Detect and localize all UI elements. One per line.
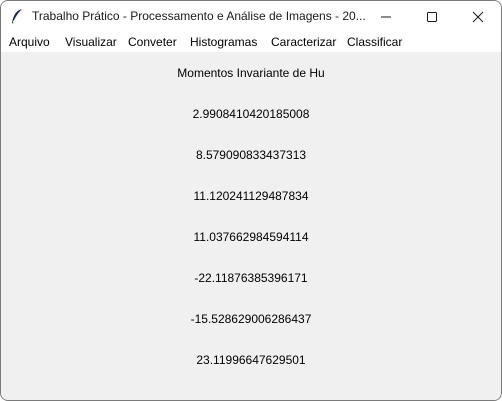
hu-moment-value-1: 2.9908410420185008 bbox=[192, 107, 310, 121]
menu-caracterizar[interactable]: Caracterizar bbox=[271, 35, 336, 49]
maximize-icon bbox=[427, 11, 437, 22]
menu-arquivo[interactable]: Arquivo bbox=[9, 35, 50, 49]
menu-conveter[interactable]: Conveter bbox=[128, 35, 177, 49]
menu-histogramas[interactable]: Histogramas bbox=[190, 35, 257, 49]
hu-moment-value-6: -15.528629006286437 bbox=[190, 312, 312, 326]
minimize-icon bbox=[381, 16, 391, 17]
maximize-button[interactable] bbox=[409, 1, 455, 32]
content-area: Momentos Invariante de Hu 2.990841042018… bbox=[1, 52, 501, 400]
close-icon bbox=[472, 11, 484, 22]
hu-moment-value-4: 11.037662984594114 bbox=[193, 230, 309, 244]
app-window: Trabalho Prático - Processamento e Análi… bbox=[0, 0, 502, 401]
menu-classificar[interactable]: Classificar bbox=[347, 35, 402, 49]
hu-moments-heading: Momentos Invariante de Hu bbox=[177, 66, 325, 80]
menu-bar: Arquivo Visualizar Conveter Histogramas … bbox=[1, 32, 501, 52]
hu-moment-value-7: 23.11996647629501 bbox=[196, 353, 306, 367]
window-title: Trabalho Prático - Processamento e Análi… bbox=[32, 9, 366, 23]
hu-moment-value-2: 8.579090833437313 bbox=[195, 148, 307, 162]
menu-visualizar[interactable]: Visualizar bbox=[65, 35, 117, 49]
hu-moment-value-3: 11.120241129487834 bbox=[193, 189, 309, 203]
feather-icon bbox=[12, 8, 23, 24]
close-button[interactable] bbox=[455, 1, 501, 32]
minimize-button[interactable] bbox=[363, 1, 409, 32]
hu-moment-value-5: -22.11876385396171 bbox=[194, 271, 308, 285]
title-bar[interactable]: Trabalho Prático - Processamento e Análi… bbox=[1, 1, 501, 32]
